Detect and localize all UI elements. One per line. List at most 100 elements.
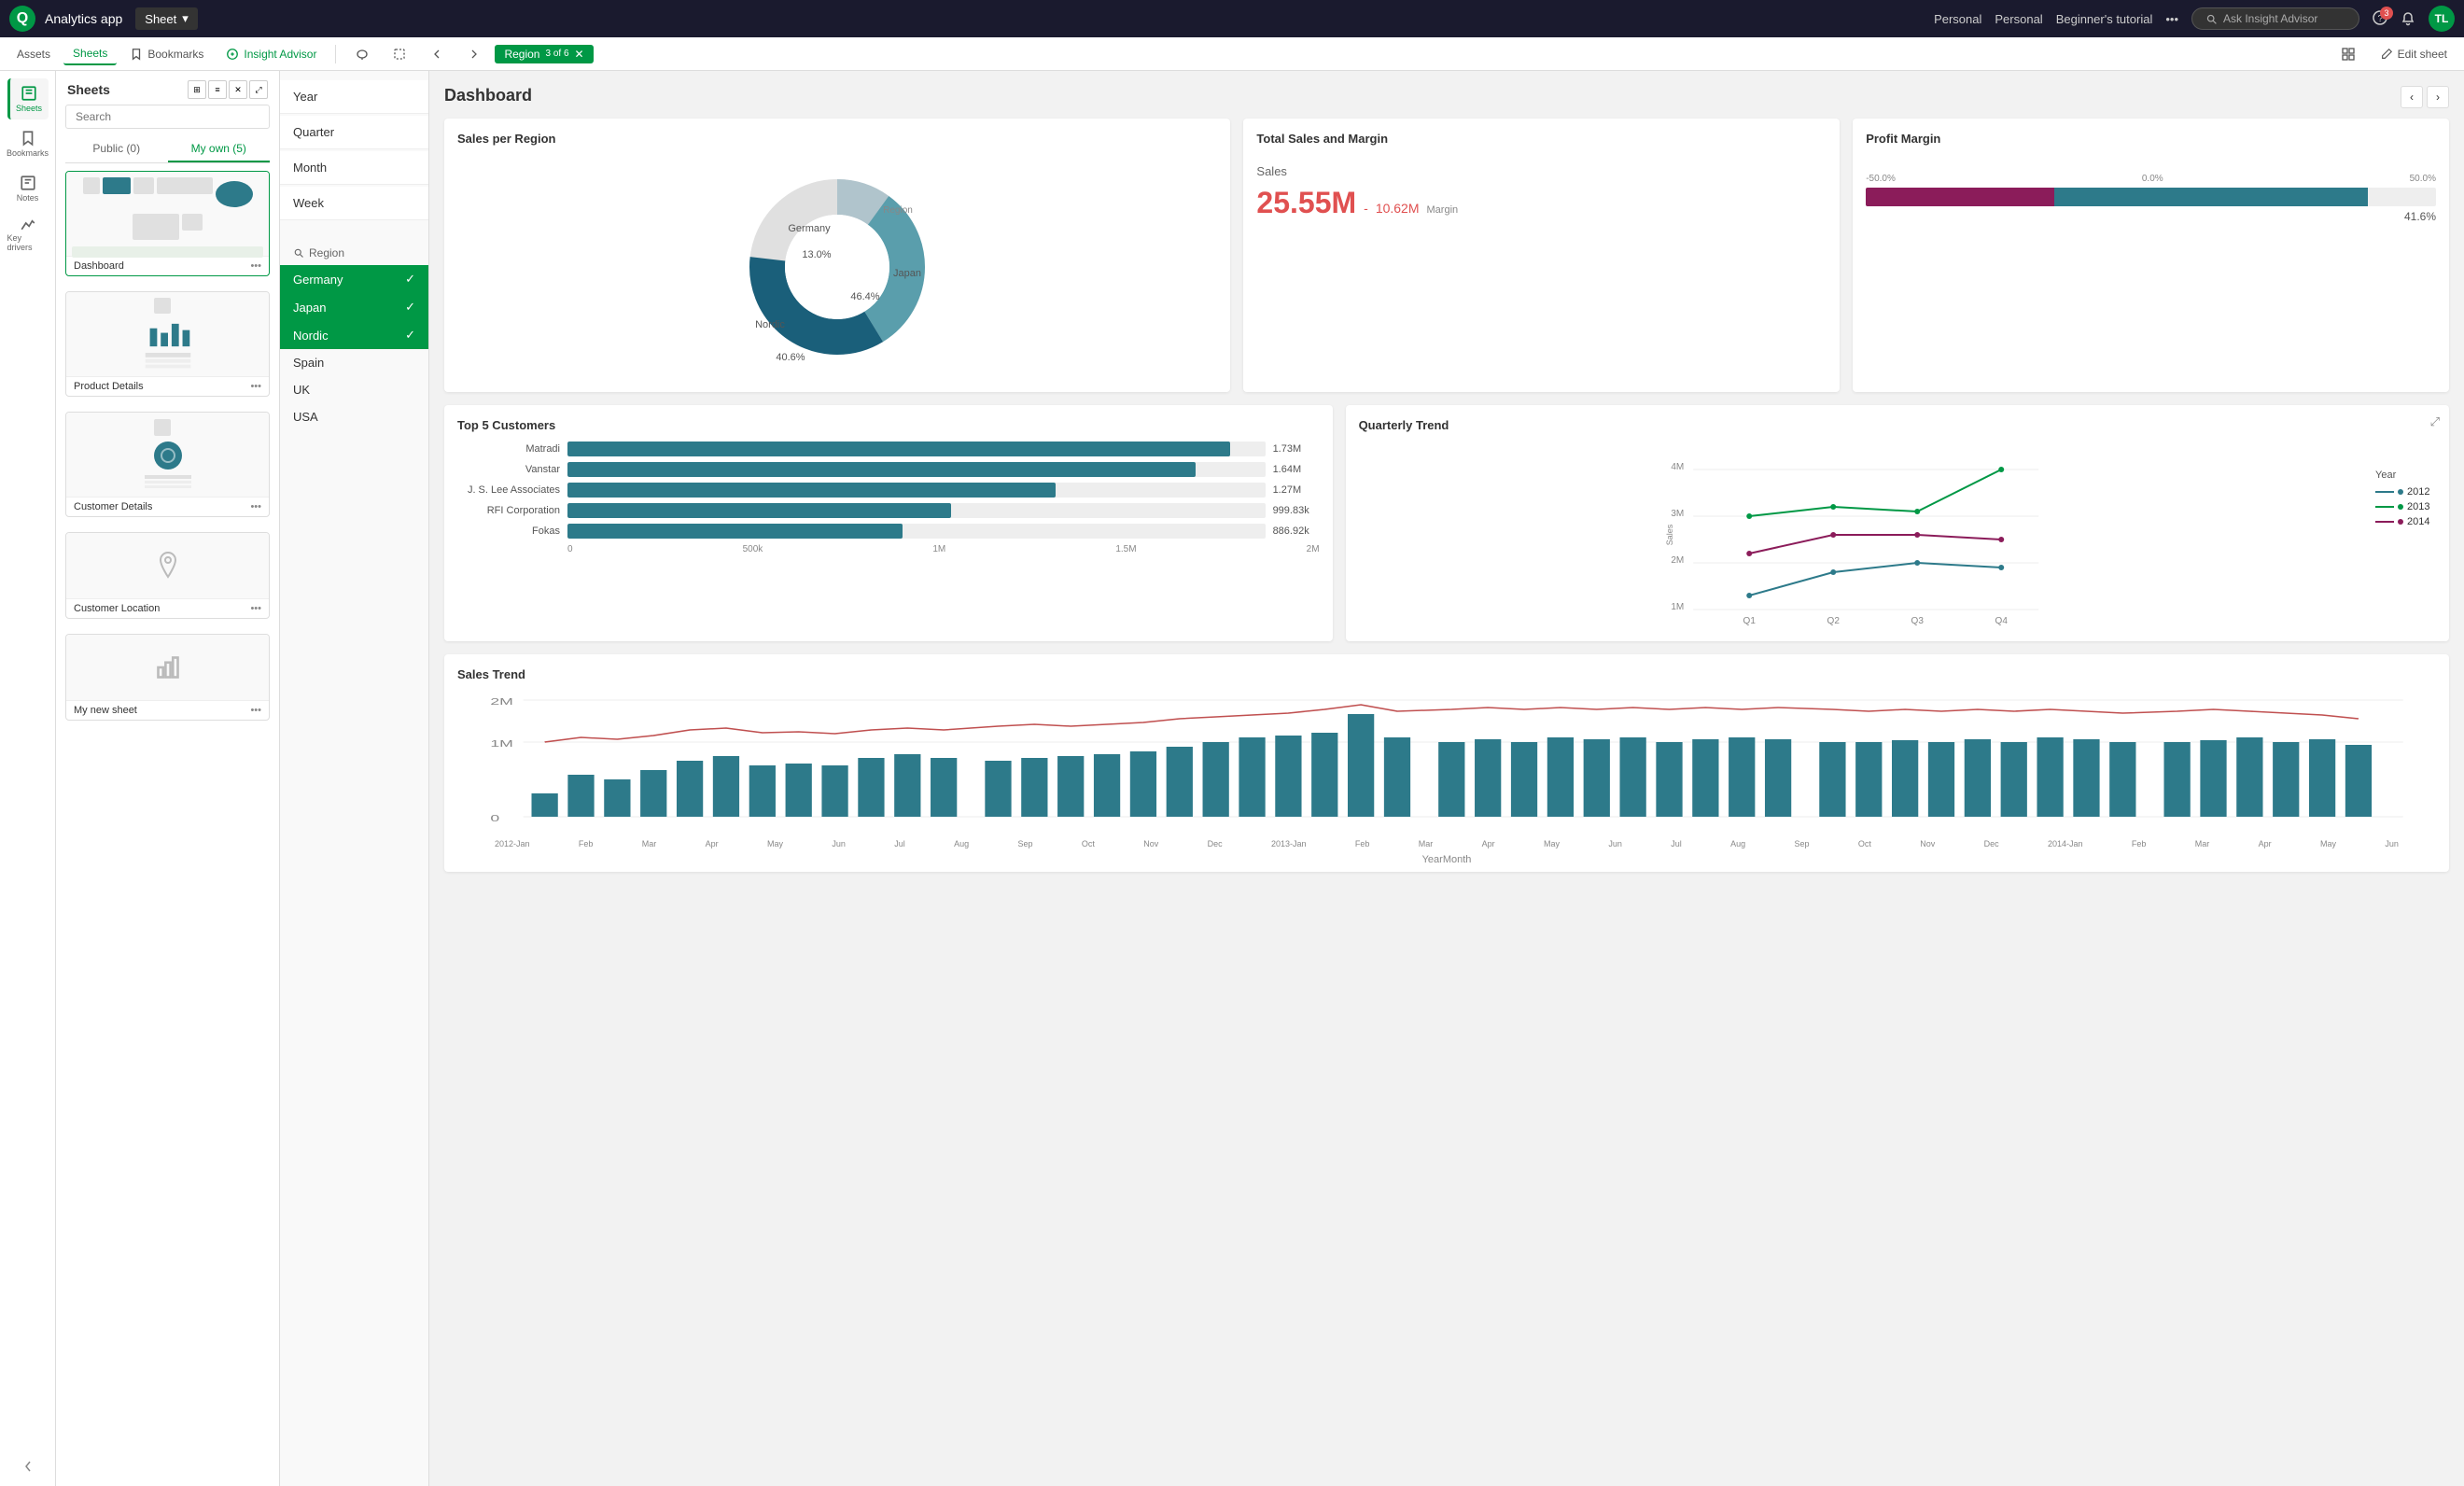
collapse-sidebar-btn[interactable] bbox=[21, 1459, 35, 1477]
app-name: Analytics app bbox=[45, 11, 122, 26]
tutorial-link[interactable]: Beginner's tutorial bbox=[2056, 12, 2153, 26]
sidebar-sheets-btn[interactable]: Sheets bbox=[7, 78, 49, 119]
bar-x-axis: 0 500k 1M 1.5M 2M bbox=[457, 544, 1320, 554]
sheet-thumbnail-location bbox=[66, 533, 269, 598]
trend-x-labels: 2012-JanFebMarAprMayJunJulAugSepOctNovDe… bbox=[457, 839, 2436, 848]
nav-next[interactable]: › bbox=[2427, 86, 2449, 108]
profit-negative-bar bbox=[1866, 188, 2054, 206]
sidebar-key-drivers-btn[interactable]: Key drivers bbox=[7, 213, 49, 254]
location-sheet-menu[interactable]: ••• bbox=[250, 603, 261, 614]
sales-separator: - bbox=[1364, 201, 1368, 216]
region-germany[interactable]: Germany ✓ bbox=[280, 265, 428, 293]
expand-icon[interactable]: ⤢ bbox=[2430, 414, 2440, 429]
sidebar-notes-btn[interactable]: Notes bbox=[7, 168, 49, 209]
donut-val-nordic: 40.6% bbox=[777, 352, 805, 363]
region-japan[interactable]: Japan ✓ bbox=[280, 293, 428, 321]
grid-layout-btn[interactable] bbox=[2331, 43, 2365, 65]
sheet-item-product[interactable]: Product Details ••• bbox=[65, 291, 270, 397]
total-sales-card: Total Sales and Margin Sales 25.55M - 10… bbox=[1243, 119, 1840, 392]
personal-text[interactable]: Personal bbox=[1995, 12, 2042, 26]
sheet-dropdown[interactable]: Sheet ▾ bbox=[135, 7, 198, 30]
filter-quarter[interactable]: Quarter bbox=[280, 116, 428, 149]
sheet-thumbnail-new bbox=[66, 635, 269, 700]
bar-fill bbox=[567, 462, 1196, 477]
location-thumb-icon bbox=[151, 549, 185, 582]
insight-search[interactable]: Ask Insight Advisor bbox=[2191, 7, 2359, 30]
region-usa[interactable]: USA bbox=[280, 403, 428, 430]
sheet-name-customer: Customer Details bbox=[74, 501, 152, 512]
region-uk[interactable]: UK bbox=[280, 376, 428, 403]
sales-label: Sales bbox=[1256, 164, 1827, 178]
product-chart-thumb bbox=[145, 319, 191, 346]
legend-line-2012 bbox=[2375, 491, 2394, 493]
region-selection-badge[interactable]: Region 3 of 6 ✕ bbox=[495, 45, 593, 63]
lasso-icon bbox=[355, 47, 370, 62]
sheet-item-footer-customer: Customer Details ••• bbox=[66, 497, 269, 516]
notes-nav-icon bbox=[20, 175, 36, 191]
trend-x-axis-label: YearMonth bbox=[457, 854, 2436, 865]
x-label: 1M bbox=[932, 544, 945, 554]
legend-dot-2012 bbox=[2398, 489, 2403, 495]
notifications-icon[interactable] bbox=[2401, 11, 2415, 26]
sheet-name-dashboard: Dashboard bbox=[74, 260, 124, 272]
legend-dot-2014 bbox=[2398, 519, 2403, 525]
select-btn[interactable] bbox=[383, 43, 416, 65]
lasso-btn[interactable] bbox=[345, 43, 379, 65]
legend-dot-2013 bbox=[2398, 504, 2403, 510]
svg-text:0: 0 bbox=[490, 814, 499, 824]
filter-year[interactable]: Year bbox=[280, 80, 428, 114]
forward-btn[interactable] bbox=[457, 43, 491, 65]
customer-sheet-menu[interactable]: ••• bbox=[250, 501, 261, 512]
expand-view-btn[interactable]: ⤢ bbox=[249, 80, 268, 99]
top5-customers-card: Top 5 Customers Matradi 1.73M Vanstar 1.… bbox=[444, 405, 1333, 641]
donut-chart-area: Germany Japan Nordic 46.4% 40.6% 13.0% R… bbox=[457, 155, 1217, 379]
profit-value: 41.6% bbox=[1866, 210, 2436, 223]
thumb-donut bbox=[216, 181, 253, 207]
help-btn[interactable]: ? 3 bbox=[2373, 10, 2387, 28]
x-label: 2M bbox=[1307, 544, 1320, 554]
bar-label: J. S. Lee Associates bbox=[457, 484, 560, 496]
profit-remaining-bar bbox=[2368, 188, 2436, 206]
quarterly-chart-area: 4M 3M 2M 1M Sales Q1 bbox=[1359, 442, 2436, 628]
product-sheet-menu[interactable]: ••• bbox=[250, 381, 261, 392]
sheet-name-location: Customer Location bbox=[74, 603, 160, 614]
sheet-item-customer[interactable]: Customer Details ••• bbox=[65, 412, 270, 517]
insight-advisor-btn[interactable]: Insight Advisor bbox=[217, 44, 326, 64]
list-view-btn[interactable]: ≡ bbox=[208, 80, 227, 99]
donut-germany-label: Germany bbox=[789, 223, 832, 234]
sales-values: 25.55M - 10.62M Margin bbox=[1256, 186, 1827, 220]
sheet-item-location[interactable]: Customer Location ••• bbox=[65, 532, 270, 619]
new-sheet-menu[interactable]: ••• bbox=[250, 705, 261, 716]
grid-view-btn[interactable]: ⊞ bbox=[188, 80, 206, 99]
tab-myown[interactable]: My own (5) bbox=[168, 136, 271, 162]
filter-week[interactable]: Week bbox=[280, 187, 428, 220]
sheets-btn[interactable]: Sheets bbox=[63, 43, 117, 65]
nav-prev[interactable]: ‹ bbox=[2401, 86, 2423, 108]
sheet-item-new[interactable]: My new sheet ••• bbox=[65, 634, 270, 721]
bar-row-rfi: RFI Corporation 999.83k bbox=[457, 503, 1320, 518]
sheet-item-dashboard[interactable]: Dashboard ••• bbox=[65, 171, 270, 276]
region-spain[interactable]: Spain bbox=[280, 349, 428, 376]
personal-label[interactable]: Personal bbox=[1934, 12, 1981, 26]
sheets-search-input[interactable] bbox=[65, 105, 270, 129]
sidebar-bookmarks-btn[interactable]: Bookmarks bbox=[7, 123, 49, 164]
sheet-menu-btn[interactable]: ••• bbox=[250, 260, 261, 272]
bar-value: 1.27M bbox=[1273, 484, 1320, 496]
back-btn[interactable] bbox=[420, 43, 454, 65]
tab-public[interactable]: Public (0) bbox=[65, 136, 168, 162]
edit-sheet-btn[interactable]: Edit sheet bbox=[2371, 44, 2457, 64]
assets-btn[interactable]: Assets bbox=[7, 44, 60, 64]
back-icon bbox=[429, 47, 444, 62]
filter-panel: Year Quarter Month Week Region Germany ✓… bbox=[280, 71, 429, 1486]
bookmarks-btn[interactable]: Bookmarks bbox=[120, 44, 213, 64]
bookmarks-nav-label: Bookmarks bbox=[7, 148, 49, 158]
sales-trend-svg: 2M 1M 0 bbox=[457, 691, 2436, 840]
filter-view-btn[interactable]: ✕ bbox=[229, 80, 247, 99]
profit-margin-card: Profit Margin -50.0% 0.0% 50.0% 41.6% bbox=[1853, 119, 2449, 392]
more-btn[interactable]: ••• bbox=[2165, 12, 2178, 26]
region-close-icon[interactable]: ✕ bbox=[575, 48, 584, 61]
bookmarks-nav-icon bbox=[20, 130, 36, 147]
region-nordic[interactable]: Nordic ✓ bbox=[280, 321, 428, 349]
user-avatar[interactable]: TL bbox=[2429, 6, 2455, 32]
filter-month[interactable]: Month bbox=[280, 151, 428, 185]
